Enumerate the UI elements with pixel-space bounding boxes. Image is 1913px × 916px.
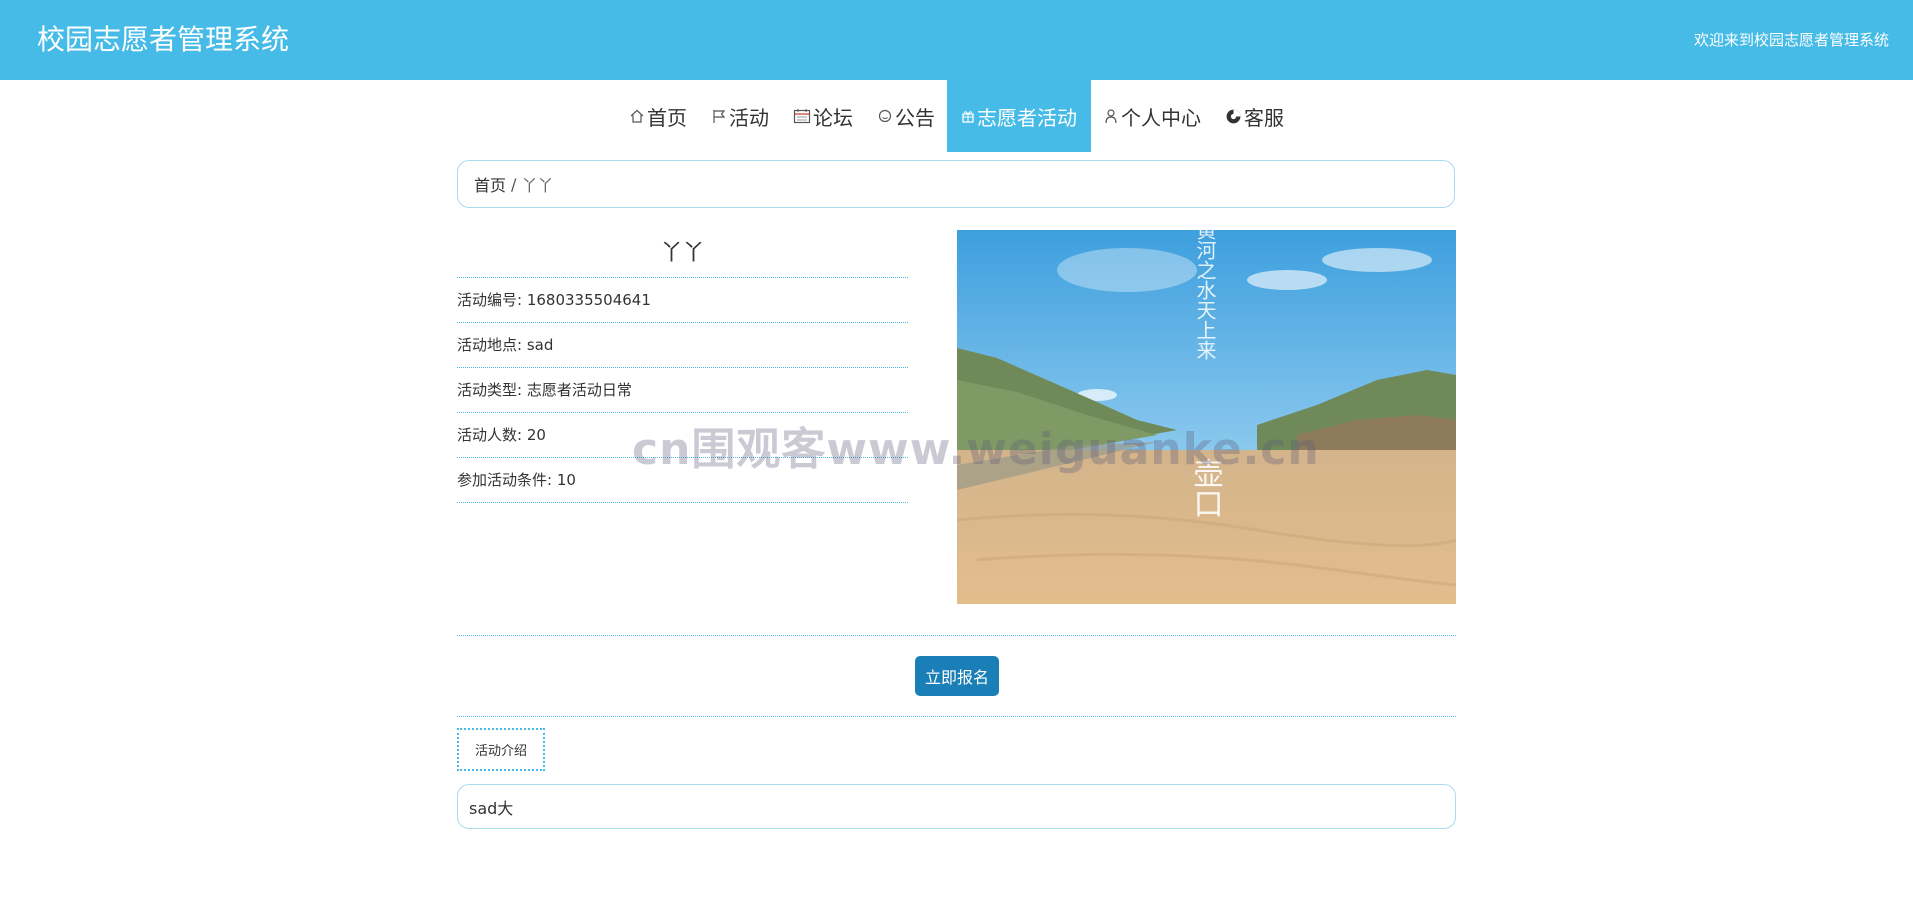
- nav-item-volunteer-activity[interactable]: 志愿者活动: [947, 80, 1091, 152]
- breadcrumb-home-link[interactable]: 首页: [474, 172, 506, 196]
- activity-condition: 参加活动条件: 10: [457, 458, 908, 503]
- breadcrumb-separator: /: [511, 174, 517, 194]
- nav-label: 首页: [647, 105, 687, 130]
- image-stamp-text: 壶口: [1188, 458, 1223, 518]
- nav-label: 活动: [729, 105, 769, 130]
- nav-label: 个人中心: [1121, 105, 1201, 130]
- nav-item-home[interactable]: 首页: [617, 80, 699, 152]
- activity-headcount: 活动人数: 20: [457, 413, 908, 458]
- activity-intro-content: sad大: [457, 784, 1456, 829]
- nav-item-notice[interactable]: 公告: [865, 80, 947, 152]
- activity-type: 活动类型: 志愿者活动日常: [457, 368, 908, 413]
- gift-icon: [961, 109, 975, 123]
- nav-item-forum[interactable]: 论坛: [781, 80, 865, 152]
- flag-icon: [711, 108, 727, 124]
- nav-item-activity[interactable]: 活动: [699, 80, 781, 152]
- calendar-icon: [793, 108, 811, 124]
- activity-location: 活动地点: sad: [457, 323, 908, 368]
- activity-id: 活动编号: 1680335504641: [457, 278, 908, 323]
- nav-label: 志愿者活动: [977, 105, 1077, 130]
- image-caption-text: 黄河之水天上来: [1193, 230, 1217, 360]
- tab-activity-intro[interactable]: 活动介绍: [457, 728, 545, 771]
- main-nav: 首页 活动 论坛 公告 志愿者活动 个人中心 客服: [0, 80, 1913, 152]
- nav-label: 客服: [1244, 105, 1284, 130]
- top-header: 校园志愿者管理系统 欢迎来到校园志愿者管理系统: [0, 0, 1913, 80]
- breadcrumb: 首页 / 丫丫: [457, 160, 1455, 208]
- activity-name: 丫丫: [457, 230, 908, 278]
- signup-button[interactable]: 立即报名: [915, 656, 999, 696]
- section-divider: [457, 635, 1456, 636]
- site-title: 校园志愿者管理系统: [37, 23, 290, 56]
- welcome-text: 欢迎来到校园志愿者管理系统: [1693, 31, 1889, 49]
- activity-info: 丫丫 活动编号: 1680335504641 活动地点: sad 活动类型: 志…: [457, 230, 908, 503]
- home-icon: [629, 108, 645, 124]
- activity-image: 黄河之水天上来 壶口: [957, 230, 1456, 604]
- section-divider: [457, 716, 1456, 717]
- nav-item-service[interactable]: 客服: [1213, 80, 1296, 152]
- notice-icon: [877, 108, 893, 124]
- breadcrumb-current: 丫丫: [521, 176, 554, 195]
- service-icon: [1225, 108, 1242, 125]
- nav-label: 论坛: [813, 105, 853, 130]
- nav-label: 公告: [895, 105, 935, 130]
- nav-item-profile[interactable]: 个人中心: [1091, 80, 1213, 152]
- user-icon: [1103, 108, 1119, 124]
